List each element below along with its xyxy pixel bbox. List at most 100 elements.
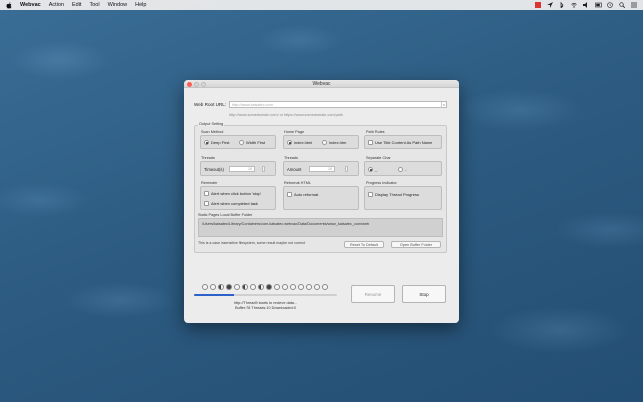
buffer-title: Static Pages Local Buffer Folder (198, 213, 253, 217)
reminder-group: Alert when click button 'stop' Alert whe… (200, 186, 276, 210)
reformat-title: Reformat HTML (284, 181, 312, 185)
thread-spinners (202, 284, 328, 290)
timeout-stepper[interactable] (262, 166, 265, 172)
checkbox-box (368, 192, 373, 197)
status-line-2: Buffer:78 Threads:10 Downloaded:0 (235, 306, 296, 310)
home-page-title: Home Page (284, 130, 305, 134)
radio-dot (287, 140, 292, 145)
separate-char-group: _ - (364, 161, 442, 176)
stop-button[interactable]: Stop (402, 285, 446, 303)
separate-char-title: Separate Char (366, 156, 391, 160)
home-page-group: index.html index.htm (283, 135, 359, 149)
window-title: Webvac (312, 81, 331, 87)
url-placeholder: http://www.kaisatec.com (232, 102, 273, 107)
thread-indicator-icon (226, 284, 232, 290)
menu-bar: Webvac Action Edit Tool Window Help (0, 0, 643, 10)
radio-width-first[interactable]: Width First (239, 140, 265, 145)
radio-dot (322, 140, 327, 145)
flag-icon[interactable] (535, 2, 541, 8)
apple-icon[interactable] (6, 1, 12, 9)
thread-indicator-icon (202, 284, 208, 290)
thread-indicator-icon (298, 284, 304, 290)
checkbox-box (204, 191, 209, 196)
threads-amount-title: Threads (284, 156, 298, 160)
checkbox-box (287, 192, 292, 197)
thread-indicator-icon (282, 284, 288, 290)
reset-default-button[interactable]: Reset To Default (344, 241, 384, 248)
open-buffer-folder-button[interactable]: Open Buffer Folder (391, 241, 441, 248)
url-input[interactable]: http://www.kaisatec.com ▾ (229, 100, 447, 108)
volume-icon[interactable] (583, 2, 589, 8)
radio-dash[interactable]: - (398, 167, 406, 172)
minimize-button[interactable] (194, 81, 199, 87)
menu-app-name[interactable]: Webvac (20, 2, 41, 8)
amount-field[interactable]: 10 (309, 166, 335, 172)
thread-indicator-icon (218, 284, 224, 290)
menu-help[interactable]: Help (135, 2, 146, 8)
path-rules-title: Path Rules (366, 130, 385, 134)
checkbox-box (204, 201, 209, 206)
url-label: Web Root URL: (194, 102, 227, 107)
progress-bar-fill (194, 294, 235, 296)
buffer-path-field[interactable]: /Users/kaisatec/Library/Containers/com.k… (198, 218, 443, 237)
battery-icon[interactable] (595, 2, 602, 8)
filesystem-note: This is a case insensitive filesystem, s… (198, 241, 306, 245)
threads-amount-group: Amount 10 (283, 161, 359, 176)
radio-dot (239, 140, 244, 145)
checkbox-box (368, 140, 373, 145)
threads-timeout-group: Timeout(s) 10 (200, 161, 276, 176)
timeout-label: Timeout(s) (204, 167, 224, 172)
amount-stepper[interactable] (345, 166, 348, 172)
radio-index-htm[interactable]: index.htm (322, 140, 346, 145)
thread-indicator-icon (322, 284, 328, 290)
bluetooth-icon[interactable] (559, 2, 565, 9)
checkbox-alert-completed[interactable]: Alert when completed task (204, 201, 258, 206)
thread-indicator-icon (234, 284, 240, 290)
thread-indicator-icon (274, 284, 280, 290)
wifi-icon[interactable] (571, 2, 577, 8)
timeout-field[interactable]: 10 (229, 166, 255, 172)
reminder-title: Reminder (201, 181, 218, 185)
scan-method-group: Deep First Width First (200, 135, 276, 149)
radio-underscore[interactable]: _ (368, 167, 377, 172)
thread-indicator-icon (242, 284, 248, 290)
progress-indicator-group: Display Thread Progress (364, 186, 442, 210)
radio-dot (368, 167, 373, 172)
thread-indicator-icon (258, 284, 264, 290)
url-dropdown-icon[interactable]: ▾ (441, 101, 446, 108)
checkbox-auto-reformat[interactable]: Auto reformat (287, 192, 318, 197)
zoom-button[interactable] (201, 81, 206, 87)
checkbox-thread-progress[interactable]: Display Thread Progress (368, 192, 419, 197)
status-line-1: http://Thread9 starts to recieve data... (233, 301, 298, 305)
output-setting-title: Output Setting (198, 121, 225, 126)
url-hint: http://www.somedomain.com/ or https://ww… (229, 113, 343, 117)
thread-indicator-icon (266, 284, 272, 290)
progress-bar (194, 294, 337, 296)
menu-list-icon[interactable] (631, 2, 637, 8)
resume-button[interactable]: Resume (351, 285, 395, 303)
thread-indicator-icon (250, 284, 256, 290)
menu-edit[interactable]: Edit (72, 2, 81, 8)
close-button[interactable] (187, 81, 192, 87)
title-bar[interactable]: Webvac (184, 80, 459, 88)
clock-icon[interactable] (607, 2, 613, 8)
thread-indicator-icon (290, 284, 296, 290)
radio-deep-first[interactable]: Deep First (204, 140, 229, 145)
threads-timeout-title: Threads (201, 156, 215, 160)
menu-action[interactable]: Action (49, 2, 64, 8)
menu-window[interactable]: Window (108, 2, 128, 8)
progress-indicator-title: Progress Indicator (366, 181, 397, 185)
search-icon[interactable] (619, 2, 626, 9)
location-icon[interactable] (547, 2, 553, 8)
scan-method-title: Scan Method (201, 130, 224, 134)
path-rules-group: Use Title Content As Path Name (364, 135, 442, 149)
menu-tool[interactable]: Tool (89, 2, 99, 8)
radio-index-html[interactable]: index.html (287, 140, 312, 145)
main-window: Webvac Web Root URL: http://www.kaisatec… (184, 80, 459, 323)
radio-dot (204, 140, 209, 145)
checkbox-title-as-path[interactable]: Use Title Content As Path Name (368, 140, 432, 145)
thread-indicator-icon (314, 284, 320, 290)
thread-indicator-icon (306, 284, 312, 290)
traffic-lights (187, 81, 206, 87)
checkbox-alert-stop[interactable]: Alert when click button 'stop' (204, 191, 261, 196)
